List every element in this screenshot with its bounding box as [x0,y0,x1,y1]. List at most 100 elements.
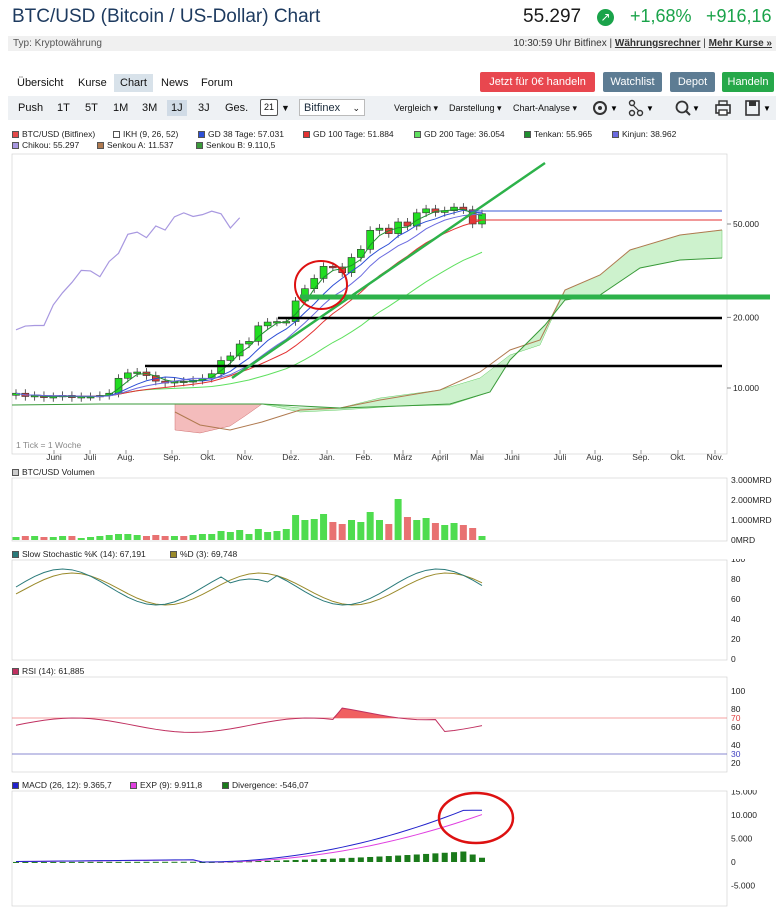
macd-divergence-bar [190,861,197,863]
y-tick-label: 0 [731,654,736,662]
macd-divergence-bar [31,861,38,863]
separator: | [703,38,706,49]
y-tick-label: 50.000 [733,219,759,229]
legend-swatch [198,131,205,138]
y-tick-label: 5.000 [731,834,753,844]
asset-type: Typ: Kryptowährung [13,38,102,49]
y-tick-label: -5.000 [731,881,755,891]
volume-bar [348,520,356,540]
volume-bar [254,529,262,540]
legend-gd200: GD 200 Tage: 36.054 [414,129,505,139]
volume-bar [21,536,29,540]
calendar-dropdown-icon[interactable]: ▼ [281,103,290,113]
watchlist-button[interactable]: Watchlist [603,72,662,92]
macd-divergence-bar [134,861,141,863]
volume-bar [469,528,477,540]
tab-uebersicht[interactable]: Übersicht [11,74,69,92]
period-1m[interactable]: 1M [109,100,132,116]
macd-divergence-bar [40,861,47,863]
macd-divergence-bar [180,861,187,863]
macd-divergence-bar [283,860,290,862]
tab-chart[interactable]: Chart [114,74,153,92]
y-tick-label: 3.000MRD [731,477,772,485]
volume-bar [282,529,290,540]
tab-forum[interactable]: Forum [195,74,239,92]
depot-button[interactable]: Depot [670,72,715,92]
stochastic-chart[interactable]: 100 80 60 40 20 0 [0,559,776,662]
volume-bar [40,537,48,540]
period-1t[interactable]: 1T [53,100,74,116]
volume-bar [68,536,76,540]
candle [114,377,123,394]
y-tick-label: 80 [731,574,741,584]
macd-divergence-bar [273,860,280,862]
menu-vergleich-label: Vergleich [394,103,432,113]
macd-chart[interactable]: 15.000 10.000 5.000 0 -5.000 [0,790,776,908]
volume-bar [441,525,449,540]
volume-bar [198,534,206,540]
zoom-icon[interactable]: ▼ [675,100,700,116]
volume-bar [31,536,39,540]
legend-label: Divergence: -546,07 [232,780,309,790]
y-tick-label: 2.000MRD [731,495,772,505]
legend-exp: EXP (9): 9.911,8 [130,780,202,790]
macd-divergence-bar [301,859,308,862]
gear-icon[interactable]: ▼ [593,101,618,115]
legend-kinjun: Kinjun: 38.962 [612,129,676,139]
trend-up-icon: ↗ [597,9,614,26]
price-chart[interactable]: 50.00020.00010.000 Juni Juli Aug. Sep. Okt. N… [0,150,776,465]
legend-swatch [414,131,421,138]
period-3j[interactable]: 3J [194,100,214,116]
exchange-select[interactable]: Bitfinex ⌄ [299,99,365,116]
trade-button[interactable]: Jetzt für 0€ handeln [480,72,595,92]
volume-bar [366,512,374,540]
period-5t[interactable]: 5T [81,100,102,116]
period-1j[interactable]: 1J [167,100,187,116]
volume-bar [450,523,458,540]
macd-divergence-bar [395,855,402,862]
save-icon[interactable]: ▼ [745,100,771,116]
legend-label: GD 100 Tage: 51.884 [313,129,394,139]
volume-bar [226,532,234,540]
rsi-chart[interactable]: 100807060403020 [0,676,776,774]
macd-divergence-bar [162,861,169,863]
candle [319,266,328,279]
menu-darstellung[interactable]: Darstellung ▾ [445,100,506,116]
period-3m[interactable]: 3M [138,100,161,116]
volume-chart[interactable]: 3.000MRD 2.000MRD 1.000MRD 0MRD [0,477,776,543]
volume-bar [217,531,225,540]
handeln-button[interactable]: Handeln [722,72,774,92]
legend-label: BTC/USD (Bitfinex) [22,129,96,139]
macd-divergence-bar [357,857,364,862]
macd-divergence-bar [264,860,271,862]
currency-converter-link[interactable]: Währungsrechner [615,38,701,49]
macd-divergence-bar [469,854,476,862]
dropdown-icon: ▾ [497,103,502,113]
candle [235,343,244,357]
tab-news[interactable]: News [155,74,195,92]
print-icon[interactable] [715,100,731,116]
more-quotes-link[interactable]: Mehr Kurse » [709,38,772,49]
toolbar-icons: ▼ ▼ ▼ ▼ [593,99,771,117]
volume-bar [329,522,337,540]
menu-vergleich[interactable]: Vergleich ▾ [390,100,442,116]
calendar-icon[interactable]: 21 [260,99,278,116]
menu-chart-analyse[interactable]: Chart-Analyse ▾ [509,100,581,116]
macd-divergence-bar [479,857,485,862]
legend-label: GD 200 Tage: 36.054 [424,129,505,139]
volume-bar [403,517,411,540]
legend-label: IKH (9, 26, 52) [123,129,179,139]
macd-divergence-bar [320,859,327,862]
legend-label: RSI (14): 61,885 [22,666,85,676]
volume-bar [105,535,113,540]
period-push[interactable]: Push [14,100,47,116]
period-ges[interactable]: Ges. [221,100,252,116]
tab-kurse[interactable]: Kurse [72,74,113,92]
volume-bar [87,537,95,540]
volume-bar [12,537,20,540]
y-tick-label: 0MRD [731,535,755,543]
macd-divergence-bar [460,851,467,862]
indicator-icon[interactable]: ▼ [628,99,654,117]
page-title: BTC/USD (Bitcoin / US-Dollar) Chart [12,6,321,27]
y-tick-label: 15.000 [731,790,757,797]
